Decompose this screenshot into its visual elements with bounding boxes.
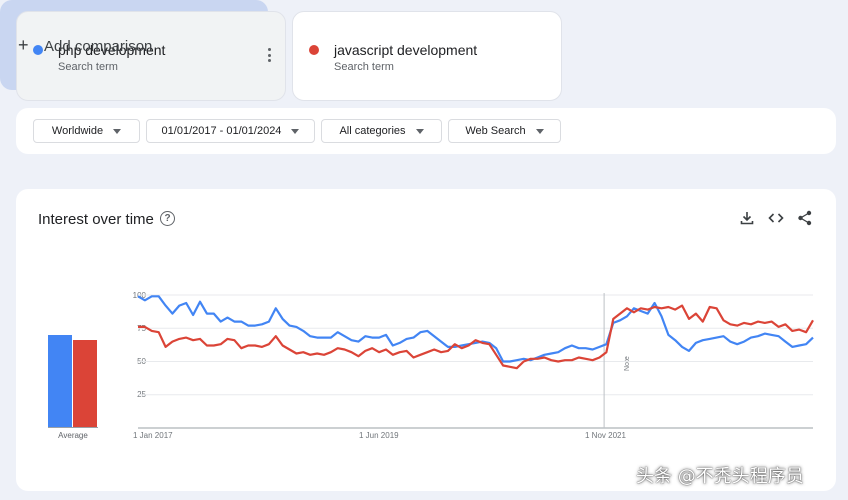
search-type-value: Web Search (465, 125, 526, 137)
search-term-name[interactable]: javascript development (334, 42, 477, 58)
caret-down-icon (535, 128, 544, 134)
series-color-dot (309, 45, 319, 55)
more-vert-icon[interactable] (267, 48, 271, 62)
filters-bar: Worldwide 01/01/2017 - 01/01/2024 All ca… (16, 108, 836, 154)
category-value: All categories (339, 125, 406, 137)
series-line-php[interactable] (137, 295, 814, 363)
watermark-text: 头条 @不秃头程序员 (636, 466, 804, 487)
search-type-dropdown[interactable]: Web Search (448, 119, 561, 143)
interest-over-time-chart[interactable] (16, 189, 836, 449)
caret-down-icon (415, 128, 424, 134)
search-term-subtitle: Search term (58, 61, 118, 73)
date-range-value: 01/01/2017 - 01/01/2024 (161, 125, 282, 137)
interest-over-time-card: Interest over time ? Average 100 75 50 2… (16, 189, 836, 491)
caret-down-icon (113, 128, 122, 134)
series-line-javascript[interactable] (138, 304, 814, 370)
region-value: Worldwide (51, 125, 104, 137)
region-dropdown[interactable]: Worldwide (33, 119, 140, 143)
series-color-dot (33, 45, 43, 55)
search-term-card-php[interactable]: php development Search term (16, 11, 286, 101)
category-dropdown[interactable]: All categories (321, 119, 442, 143)
caret-down-icon (291, 128, 300, 134)
date-range-dropdown[interactable]: 01/01/2017 - 01/01/2024 (146, 119, 315, 143)
plus-icon: + (18, 35, 29, 55)
search-term-card-javascript[interactable]: javascript development Search term (292, 11, 562, 101)
search-term-subtitle: Search term (334, 61, 394, 73)
add-comparison-label: Add comparison (44, 38, 153, 55)
